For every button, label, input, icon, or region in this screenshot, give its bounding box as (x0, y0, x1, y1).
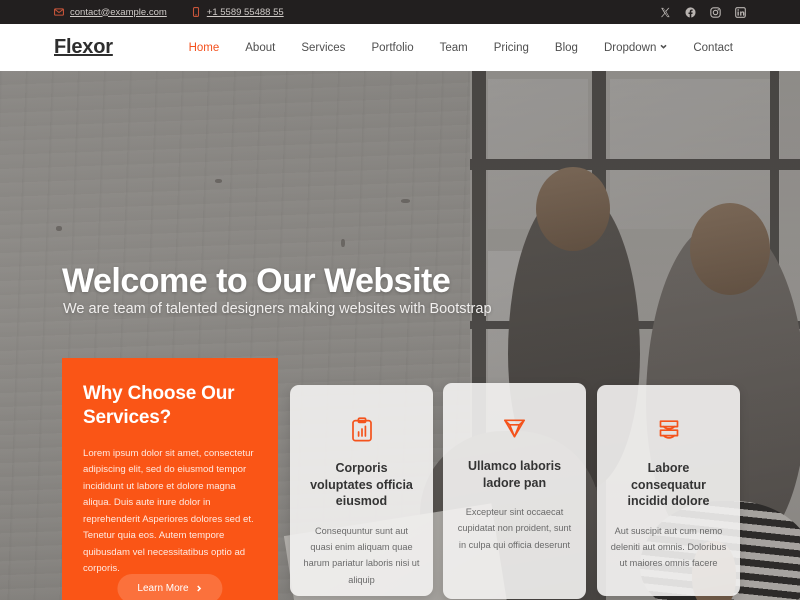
nav-label-team: Team (439, 41, 468, 54)
linkedin-icon[interactable] (735, 6, 746, 18)
feature-card-1-title: Corporis voluptates officia eiusmod (310, 461, 413, 508)
learn-more-button[interactable]: Learn More (117, 574, 223, 600)
clipboard-chart-icon (303, 415, 420, 445)
nav-label-blog: Blog (554, 41, 578, 54)
top-contact-bar: contact@example.com +1 5589 55488 55 (0, 0, 800, 24)
instagram-icon[interactable] (710, 6, 721, 18)
x-twitter-icon[interactable] (660, 7, 671, 18)
feature-card-2[interactable]: Ullamco laboris ladore pan Excepteur sin… (443, 383, 586, 599)
nav-label-portfolio: Portfolio (371, 41, 414, 54)
diamond-gem-icon (456, 413, 573, 443)
promo-paragraph: Lorem ipsum dolor sit amet, consectetur … (83, 447, 254, 575)
facebook-icon[interactable] (685, 6, 696, 18)
feature-card-2-title: Ullamco laboris ladore pan (467, 459, 562, 490)
nav-item-pricing[interactable]: Pricing (481, 36, 542, 60)
nav-item-team[interactable]: Team (427, 36, 481, 60)
feature-card-1-text: Consequuntur sunt aut quasi enim aliquam… (303, 525, 420, 585)
feature-card-3[interactable]: Labore consequatur incidid dolore Aut su… (597, 385, 740, 596)
nav-label-pricing: Pricing (493, 41, 529, 54)
nav-label-about: About (245, 41, 276, 54)
nav-item-dropdown[interactable]: Dropdown (591, 36, 680, 60)
phone-icon (191, 7, 201, 17)
nav-label-home: Home (188, 41, 220, 54)
nav-item-contact[interactable]: Contact (680, 36, 746, 60)
topbar-email-link[interactable]: contact@example.com (54, 7, 167, 18)
learn-more-label: Learn More (137, 583, 189, 594)
feature-card-2-text: Excepteur sint occaecat cupidatat non pr… (457, 507, 572, 550)
nav-item-about[interactable]: About (232, 36, 288, 60)
nav-label-dropdown: Dropdown (603, 41, 657, 54)
feature-card-3-text: Aut suscipit aut cum nemo deleniti aut o… (610, 525, 727, 569)
topbar-phone-link[interactable]: +1 5589 55488 55 (191, 7, 284, 18)
nav-item-home[interactable]: Home (176, 36, 233, 60)
feature-card-3-title: Labore consequatur incidid dolore (627, 461, 710, 508)
topbar-contact-group: contact@example.com +1 5589 55488 55 (54, 7, 284, 18)
nav-item-blog[interactable]: Blog (542, 36, 591, 60)
social-links-group (660, 6, 786, 18)
chevron-right-icon (196, 585, 203, 592)
feature-card-1[interactable]: Corporis voluptates officia eiusmod Cons… (290, 385, 433, 596)
why-choose-panel: Why Choose Our Services? Lorem ipsum dol… (62, 358, 278, 600)
nav-links: Home About Services Portfolio Team Prici… (176, 36, 746, 60)
stacked-layers-icon (610, 415, 727, 445)
brand-logo[interactable]: Flexor (54, 36, 113, 59)
nav-item-portfolio[interactable]: Portfolio (358, 36, 426, 60)
nav-item-services[interactable]: Services (288, 36, 358, 60)
main-navbar: Flexor Home About Services Portfolio Tea… (0, 24, 800, 71)
nav-label-services: Services (301, 41, 346, 54)
hero-section: Welcome to Our Website We are team of ta… (0, 71, 800, 600)
promo-title: Why Choose Our Services? (83, 383, 235, 428)
chevron-down-icon (660, 43, 667, 50)
nav-label-contact: Contact (693, 41, 733, 54)
topbar-phone-text: +1 5589 55488 55 (206, 6, 284, 18)
envelope-icon (54, 7, 64, 17)
hero-subtitle: We are team of talented designers making… (63, 301, 492, 317)
topbar-email-text: contact@example.com (70, 6, 167, 18)
hero-title: Welcome to Our Website (62, 262, 451, 300)
